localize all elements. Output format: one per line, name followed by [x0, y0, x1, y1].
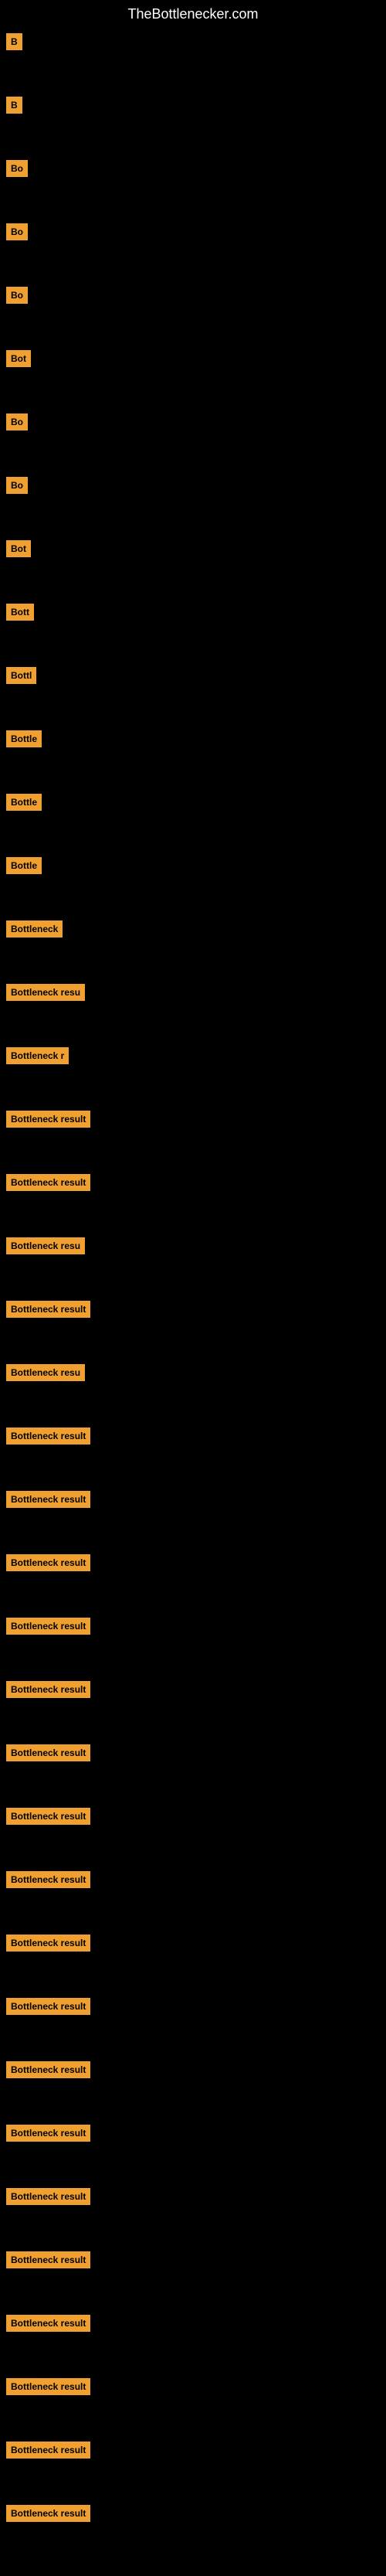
bottleneck-label: Bottleneck result	[6, 1301, 90, 1318]
bottleneck-label: Bo	[6, 413, 28, 430]
list-item: Bottleneck result	[6, 1744, 380, 1761]
bottleneck-label: Bottleneck result	[6, 2315, 90, 2332]
list-item: Bottleneck result	[6, 2505, 380, 2522]
bottleneck-label: Bottleneck result	[6, 1935, 90, 1952]
list-item: Bottleneck result	[6, 1491, 380, 1508]
bottleneck-label: Bottleneck result	[6, 2251, 90, 2268]
bottleneck-label: Bottleneck result	[6, 2442, 90, 2459]
bottleneck-label: Bottleneck result	[6, 1111, 90, 1128]
bottleneck-label: Bo	[6, 287, 28, 304]
bottleneck-label: Bo	[6, 223, 28, 240]
bottleneck-label: Bottleneck result	[6, 1428, 90, 1445]
bottleneck-label: Bottl	[6, 667, 36, 684]
bottleneck-label: Bottleneck result	[6, 1744, 90, 1761]
list-item: Bottleneck result	[6, 2125, 380, 2142]
list-item: Bottleneck resu	[6, 1237, 380, 1254]
bottleneck-label: Bottleneck result	[6, 2505, 90, 2522]
list-item: Bott	[6, 604, 380, 621]
list-item: Bottleneck resu	[6, 984, 380, 1001]
bottleneck-label: Bottleneck result	[6, 2188, 90, 2205]
list-item: B	[6, 33, 380, 50]
list-item: Bottleneck result	[6, 1681, 380, 1698]
list-item: Bottleneck resu	[6, 1364, 380, 1381]
list-item: Bottleneck r	[6, 1047, 380, 1064]
bottleneck-label: Bot	[6, 540, 31, 557]
list-item: Bottleneck result	[6, 1554, 380, 1571]
list-item: Bo	[6, 160, 380, 177]
list-item: Bo	[6, 287, 380, 304]
list-item: Bottleneck	[6, 920, 380, 938]
bottleneck-label: Bottle	[6, 794, 42, 811]
bottleneck-label: Bo	[6, 160, 28, 177]
list-item: Bottleneck result	[6, 2442, 380, 2459]
bottleneck-label: Bottleneck result	[6, 1871, 90, 1888]
list-item: Bottleneck result	[6, 1998, 380, 2015]
list-item: Bottleneck result	[6, 1618, 380, 1635]
list-item: Bottleneck result	[6, 1111, 380, 1128]
bottleneck-label: Bo	[6, 477, 28, 494]
bottleneck-label: Bottleneck resu	[6, 1364, 85, 1381]
bottleneck-label: Bottleneck result	[6, 2125, 90, 2142]
list-item: B	[6, 97, 380, 114]
list-item: Bottle	[6, 730, 380, 747]
list-item: Bottleneck result	[6, 2378, 380, 2395]
site-title: TheBottlenecker.com	[0, 0, 386, 26]
bottleneck-label: Bottleneck result	[6, 1174, 90, 1191]
list-item: Bottle	[6, 794, 380, 811]
list-item: Bottleneck result	[6, 2061, 380, 2078]
list-item: Bottleneck result	[6, 1301, 380, 1318]
bottleneck-label: Bottleneck result	[6, 2061, 90, 2078]
bottleneck-label: Bottleneck result	[6, 1554, 90, 1571]
list-item: Bo	[6, 223, 380, 240]
list-item: Bottleneck result	[6, 1428, 380, 1445]
bottleneck-label: Bottleneck	[6, 920, 63, 938]
bottleneck-label: Bottleneck result	[6, 1491, 90, 1508]
list-item: Bot	[6, 540, 380, 557]
bottleneck-label: Bottleneck resu	[6, 1237, 85, 1254]
bottleneck-label: Bottleneck result	[6, 1618, 90, 1635]
list-item: Bottleneck result	[6, 2315, 380, 2332]
bottleneck-label: B	[6, 97, 22, 114]
list-item: Bo	[6, 477, 380, 494]
list-item: Bottl	[6, 667, 380, 684]
list-item: Bo	[6, 413, 380, 430]
list-item: Bot	[6, 350, 380, 367]
bottleneck-label: B	[6, 33, 22, 50]
bottleneck-label: Bottle	[6, 857, 42, 874]
bottleneck-label: Bottleneck result	[6, 1998, 90, 2015]
list-item: Bottleneck result	[6, 2251, 380, 2268]
list-item: Bottle	[6, 857, 380, 874]
bottleneck-label: Bott	[6, 604, 34, 621]
list-item: Bottleneck result	[6, 1871, 380, 1888]
list-item: Bottleneck result	[6, 1935, 380, 1952]
list-item: Bottleneck result	[6, 1808, 380, 1825]
bottleneck-label: Bottleneck result	[6, 2378, 90, 2395]
bottleneck-label: Bottleneck r	[6, 1047, 69, 1064]
bottleneck-label: Bot	[6, 350, 31, 367]
items-container: B B Bo Bo Bo Bot Bo Bo Bot Bott Bottl Bottle Bottle B…	[0, 26, 386, 2576]
bottleneck-label: Bottle	[6, 730, 42, 747]
list-item: Bottleneck result	[6, 2188, 380, 2205]
bottleneck-label: Bottleneck resu	[6, 984, 85, 1001]
list-item: Bottleneck result	[6, 1174, 380, 1191]
bottleneck-label: Bottleneck result	[6, 1808, 90, 1825]
bottleneck-label: Bottleneck result	[6, 1681, 90, 1698]
